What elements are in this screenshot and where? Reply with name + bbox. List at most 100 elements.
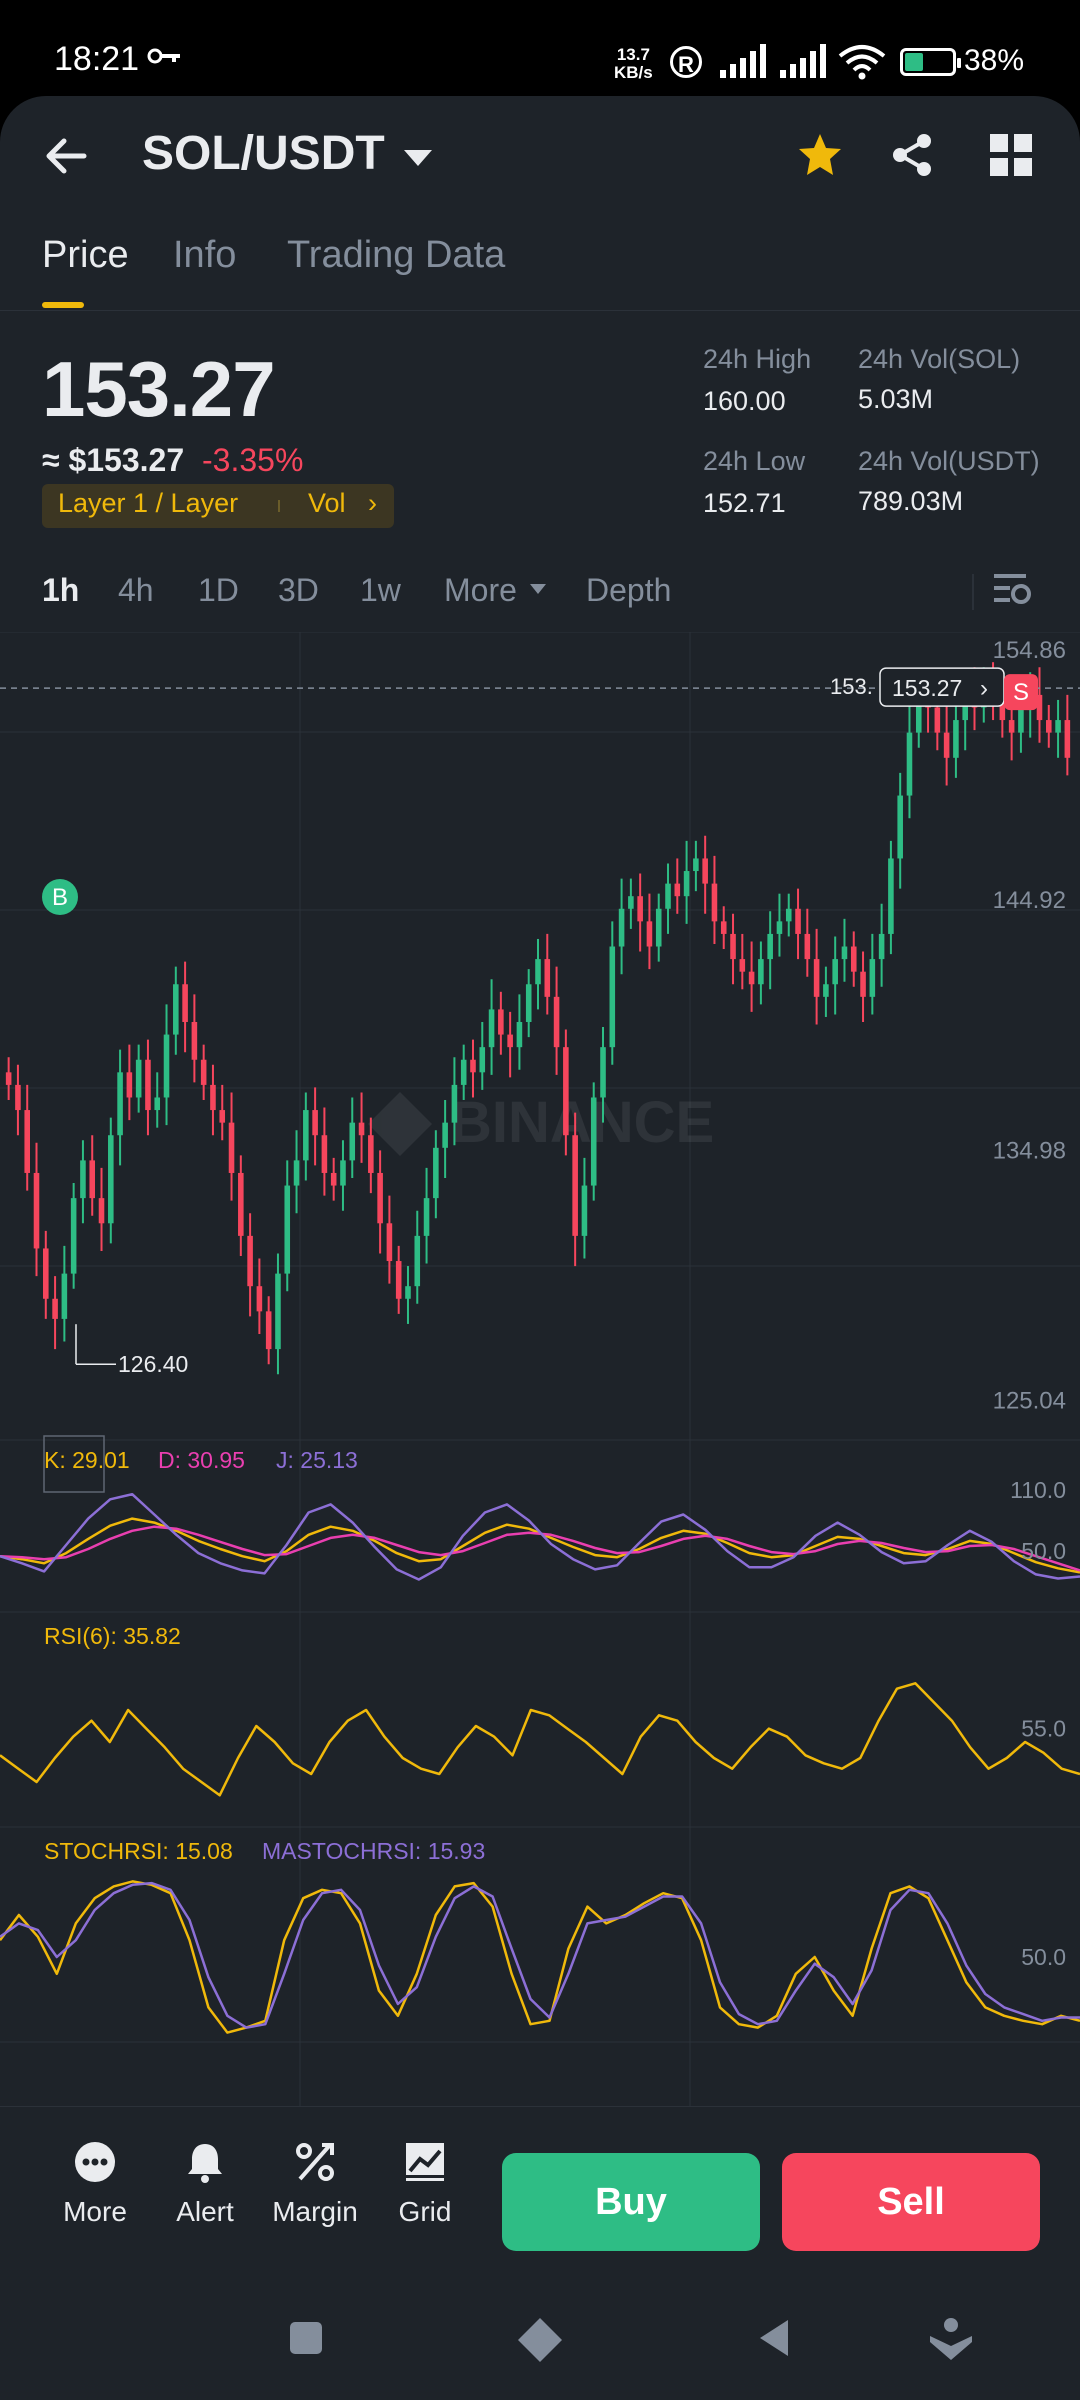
timeframe-1h[interactable]: 1h [42, 572, 79, 609]
last-price: 153.27 [42, 345, 276, 433]
candle [275, 1253, 281, 1375]
candle [739, 933, 746, 990]
high-label: 24h High [703, 344, 812, 374]
candle-body [804, 933, 811, 960]
candle [182, 961, 188, 1053]
chart-settings-icon[interactable] [994, 572, 1032, 608]
candle-body [1055, 720, 1061, 733]
candle-body [1008, 720, 1015, 733]
status-bar: 18:21 13.7 KB/s R 38% [0, 0, 1080, 96]
low-label: 24h Low [703, 446, 806, 476]
candle [108, 1117, 114, 1244]
candle-body [368, 1135, 374, 1173]
margin-label: Margin [272, 2196, 358, 2227]
depth-tab[interactable]: Depth [586, 572, 671, 609]
candle [145, 1039, 151, 1136]
margin-button[interactable]: Margin [270, 2141, 360, 2228]
candle [247, 1213, 253, 1317]
candle-body [312, 1110, 318, 1136]
back-nav-icon[interactable] [756, 2318, 792, 2358]
grid-lines [0, 632, 1080, 2206]
candle-body [628, 896, 634, 909]
alert-button[interactable]: Alert [160, 2141, 250, 2228]
candle [5, 1057, 12, 1100]
candle-body [637, 896, 643, 922]
more-dots-icon [75, 2142, 115, 2182]
grid-label: Grid [398, 2196, 452, 2227]
candle-body [1018, 707, 1024, 733]
candle [646, 893, 653, 970]
assistant-icon[interactable] [928, 2316, 974, 2362]
pair-dropdown-icon[interactable] [404, 150, 432, 166]
candle-body [544, 959, 551, 997]
bell-icon [188, 2144, 222, 2183]
candle-body [841, 946, 848, 960]
more-button[interactable]: More [50, 2141, 140, 2228]
candle-body [934, 707, 941, 733]
candle [906, 704, 913, 819]
candle-body [888, 858, 894, 934]
tag-category: Layer 1 / Layer [58, 488, 239, 518]
candle-body [832, 959, 838, 985]
tab-bar: Price Info Trading Data [0, 226, 1080, 311]
candle [219, 1084, 226, 1141]
rsi-indicator: 55.0 [0, 1682, 1080, 1797]
share-icon[interactable] [890, 132, 934, 178]
candle-body [210, 1084, 216, 1111]
price-tick-label: 125.04 [993, 1387, 1066, 1414]
candle-body [442, 1122, 448, 1148]
tab-trading-data[interactable]: Trading Data [287, 234, 505, 277]
candle [507, 1011, 513, 1078]
buy-button[interactable]: Buy [502, 2153, 760, 2251]
candle [665, 863, 671, 934]
candle [433, 1130, 439, 1219]
timeframe-1w[interactable]: 1w [360, 572, 401, 609]
grid-button[interactable]: Grid [380, 2141, 470, 2228]
candle [878, 903, 885, 987]
candle [340, 1140, 346, 1211]
sell-button[interactable]: Sell [782, 2153, 1040, 2251]
candle [1055, 699, 1061, 758]
chart-area[interactable]: BINANCE 154.86 144.92 134.98 125.04 110.0 50… [0, 632, 1080, 2206]
tab-price[interactable]: Price [42, 234, 129, 277]
app-container: SOL/USDT Price Info Trading Data 153.27 … [0, 96, 1080, 2400]
candle-body [154, 1097, 161, 1111]
timeframe-3d[interactable]: 3D [278, 572, 319, 609]
category-tag[interactable]: Layer 1 / Layer Vol › [42, 484, 394, 528]
candle-body [33, 1172, 40, 1249]
more-dropdown-icon[interactable] [530, 584, 546, 594]
current-price-label[interactable]: 153.27 › [879, 667, 1005, 707]
candle [117, 1049, 123, 1166]
recents-icon[interactable] [288, 2320, 324, 2356]
grid-menu-icon[interactable] [990, 134, 1032, 176]
home-icon[interactable] [516, 2316, 564, 2364]
candle-body [748, 971, 755, 985]
favorite-star-icon[interactable] [796, 132, 844, 178]
candle [284, 1160, 291, 1292]
candle [609, 921, 616, 1065]
candle-body [135, 1059, 142, 1098]
tag-separator [278, 500, 280, 512]
candle [618, 878, 625, 975]
tab-info[interactable]: Info [173, 234, 236, 277]
candle-body [479, 1047, 486, 1073]
svg-text:BINANCE: BINANCE [450, 1090, 714, 1155]
candle [850, 931, 857, 987]
signal-icon-2 [780, 44, 826, 78]
candle [126, 1044, 133, 1121]
series-line-mastochrsi [0, 1881, 1080, 2029]
timeframe-4h[interactable]: 4h [118, 572, 154, 609]
candle-body [609, 946, 616, 1048]
candle-body [238, 1172, 244, 1236]
timeframe-more[interactable]: More [444, 572, 517, 609]
candle [293, 1130, 300, 1214]
pair-title[interactable]: SOL/USDT [142, 126, 385, 181]
candle [683, 840, 690, 924]
candle-body [507, 1034, 513, 1048]
back-arrow-icon[interactable] [44, 136, 88, 176]
timeframe-1d[interactable]: 1D [198, 572, 239, 609]
legend-j: J: 25.13 [276, 1447, 358, 1473]
candle-body [414, 1235, 421, 1287]
candle [888, 840, 894, 955]
candle-body [182, 984, 188, 1022]
